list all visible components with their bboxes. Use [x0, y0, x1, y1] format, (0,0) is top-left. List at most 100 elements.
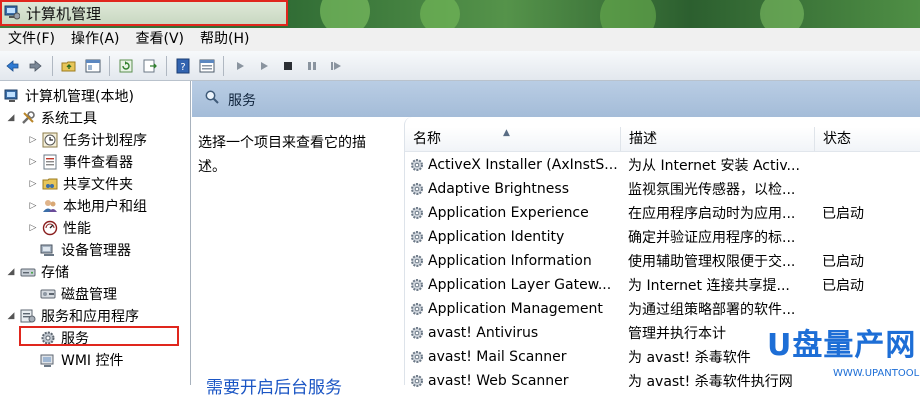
- restart-icon: [331, 61, 341, 70]
- column-header-name[interactable]: ▲ 名称: [405, 127, 621, 151]
- tree-item-shared-folders[interactable]: ▷ 共享文件夹: [28, 173, 133, 195]
- up-folder-button[interactable]: [59, 56, 79, 76]
- pause-icon: [308, 61, 316, 70]
- play-icon: [237, 61, 244, 70]
- service-description: 使用辅助管理权限便于交...: [628, 254, 796, 270]
- collapse-arrow-icon[interactable]: ◢: [6, 113, 16, 123]
- stop-icon: [284, 61, 292, 70]
- service-description: 为从 Internet 安装 Activ...: [628, 158, 800, 174]
- back-button[interactable]: [2, 56, 22, 76]
- menu-help[interactable]: 帮助(H): [192, 28, 257, 51]
- properties-button[interactable]: [197, 56, 217, 76]
- table-row[interactable]: Application Identity 确定并验证应用程序的标...: [405, 225, 920, 249]
- menu-view[interactable]: 查看(V): [128, 28, 193, 51]
- start-service-alt-button[interactable]: [254, 56, 274, 76]
- table-row[interactable]: Application Experience 在应用程序启动时为应用... 已启…: [405, 201, 920, 225]
- forward-arrow-icon: [29, 59, 42, 72]
- expand-arrow-icon[interactable]: ▷: [28, 157, 38, 167]
- tree-item-system-tools[interactable]: ◢ 系统工具: [6, 107, 97, 129]
- menu-action[interactable]: 操作(A): [63, 28, 128, 51]
- tree-item-storage[interactable]: ◢ 存储: [6, 261, 69, 283]
- service-description: 为 Internet 连接共享提...: [628, 278, 790, 294]
- column-header-status[interactable]: 状态: [815, 127, 920, 151]
- tree-label: 任务计划程序: [63, 133, 147, 149]
- services-header: 服务: [192, 81, 920, 117]
- description-pane: 选择一个项目来查看它的描述。 需要开启后台服务: [192, 117, 402, 398]
- forward-button[interactable]: [26, 56, 46, 76]
- tree-item-disk-management[interactable]: 磁盘管理: [40, 283, 117, 305]
- service-name: Application Management: [428, 301, 603, 317]
- tree-label: WMI 控件: [61, 353, 124, 369]
- watermark-logo: U盘量产网: [767, 328, 917, 363]
- toolbar: ?: [0, 51, 920, 81]
- export-list-icon: [143, 59, 157, 72]
- wmi-control-icon: [40, 354, 54, 367]
- tree-label: 共享文件夹: [63, 177, 133, 193]
- table-row[interactable]: Application Information 使用辅助管理权限便于交... 已…: [405, 249, 920, 273]
- help-icon: ?: [176, 58, 190, 73]
- restart-service-button[interactable]: [326, 56, 346, 76]
- tree-label: 服务和应用程序: [41, 309, 139, 325]
- watermark: U盘量产网 WWW.UPANTOOL.COM: [755, 318, 920, 385]
- tree-label: 本地用户和组: [63, 199, 147, 215]
- help-button[interactable]: ?: [173, 56, 193, 76]
- service-gear-icon: [411, 375, 423, 387]
- service-gear-icon: [411, 303, 423, 315]
- service-name: Application Identity: [428, 229, 565, 245]
- show-hide-tree-button[interactable]: [83, 56, 103, 76]
- expand-arrow-icon[interactable]: ▷: [28, 201, 38, 211]
- tree-item-local-users[interactable]: ▷ 本地用户和组: [28, 195, 147, 217]
- pause-service-button[interactable]: [302, 56, 322, 76]
- play-icon: [261, 61, 268, 70]
- annotation-hint: 需要开启后台服务: [206, 378, 342, 398]
- tree-item-event-viewer[interactable]: ▷ 事件查看器: [28, 151, 133, 173]
- services-highlight-box: [19, 326, 179, 346]
- tree-item-task-scheduler[interactable]: ▷ 任务计划程序: [28, 129, 147, 151]
- service-name: Application Information: [428, 253, 592, 269]
- service-gear-icon: [411, 351, 423, 363]
- service-name: avast! Antivirus: [428, 325, 539, 341]
- expand-arrow-icon[interactable]: ▷: [28, 135, 38, 145]
- tree-item-services-apps[interactable]: ◢ 服务和应用程序: [6, 305, 139, 327]
- tree-label: 系统工具: [41, 111, 97, 127]
- service-description: 确定并验证应用程序的标...: [628, 230, 796, 246]
- start-service-button[interactable]: [230, 56, 250, 76]
- tree-item-root[interactable]: 计算机管理(本地): [4, 85, 134, 107]
- disk-management-icon: [40, 289, 56, 299]
- console-tree-icon: [85, 59, 101, 72]
- collapse-arrow-icon[interactable]: ◢: [6, 311, 16, 321]
- service-status: 已启动: [822, 278, 864, 294]
- table-row[interactable]: Application Layer Gatew... 为 Internet 连接…: [405, 273, 920, 297]
- table-row[interactable]: ActiveX Installer (AxInstS... 为从 Interne…: [405, 153, 920, 177]
- service-gear-icon: [411, 279, 423, 291]
- tree-item-performance[interactable]: ▷ 性能: [28, 217, 91, 239]
- service-gear-icon: [411, 183, 423, 195]
- description-text: 选择一个项目来查看它的描述。: [198, 135, 366, 175]
- export-list-button[interactable]: [140, 56, 160, 76]
- performance-icon: [42, 220, 58, 236]
- stop-service-button[interactable]: [278, 56, 298, 76]
- service-name: Application Layer Gatew...: [428, 277, 612, 293]
- menu-file[interactable]: 文件(F): [0, 28, 63, 51]
- window-title: 计算机管理: [26, 5, 102, 23]
- storage-icon: [20, 268, 36, 277]
- tree-label: 计算机管理(本地): [25, 89, 134, 105]
- table-row[interactable]: Adaptive Brightness 监视氛围光传感器，以检...: [405, 177, 920, 201]
- tree-label: 事件查看器: [63, 155, 133, 171]
- expand-arrow-icon[interactable]: ▷: [28, 179, 38, 189]
- menu-bar: 文件(F) 操作(A) 查看(V) 帮助(H): [0, 28, 920, 51]
- tree-item-wmi[interactable]: WMI 控件: [40, 349, 124, 371]
- service-description: 在应用程序启动时为应用...: [628, 206, 796, 222]
- toolbar-separator: [109, 55, 110, 76]
- service-status: 已启动: [822, 206, 864, 222]
- event-viewer-icon: [43, 154, 57, 170]
- service-description: 为通过组策略部署的软件...: [628, 302, 796, 318]
- expand-arrow-icon[interactable]: ▷: [28, 223, 38, 233]
- collapse-arrow-icon[interactable]: ◢: [6, 267, 16, 277]
- toolbar-separator: [166, 55, 167, 76]
- sort-ascending-icon: ▲: [503, 128, 510, 138]
- refresh-button[interactable]: [116, 56, 136, 76]
- tree-item-device-manager[interactable]: 设备管理器: [40, 239, 131, 261]
- service-name: avast! Web Scanner: [428, 373, 569, 389]
- column-header-description[interactable]: 描述: [621, 127, 815, 151]
